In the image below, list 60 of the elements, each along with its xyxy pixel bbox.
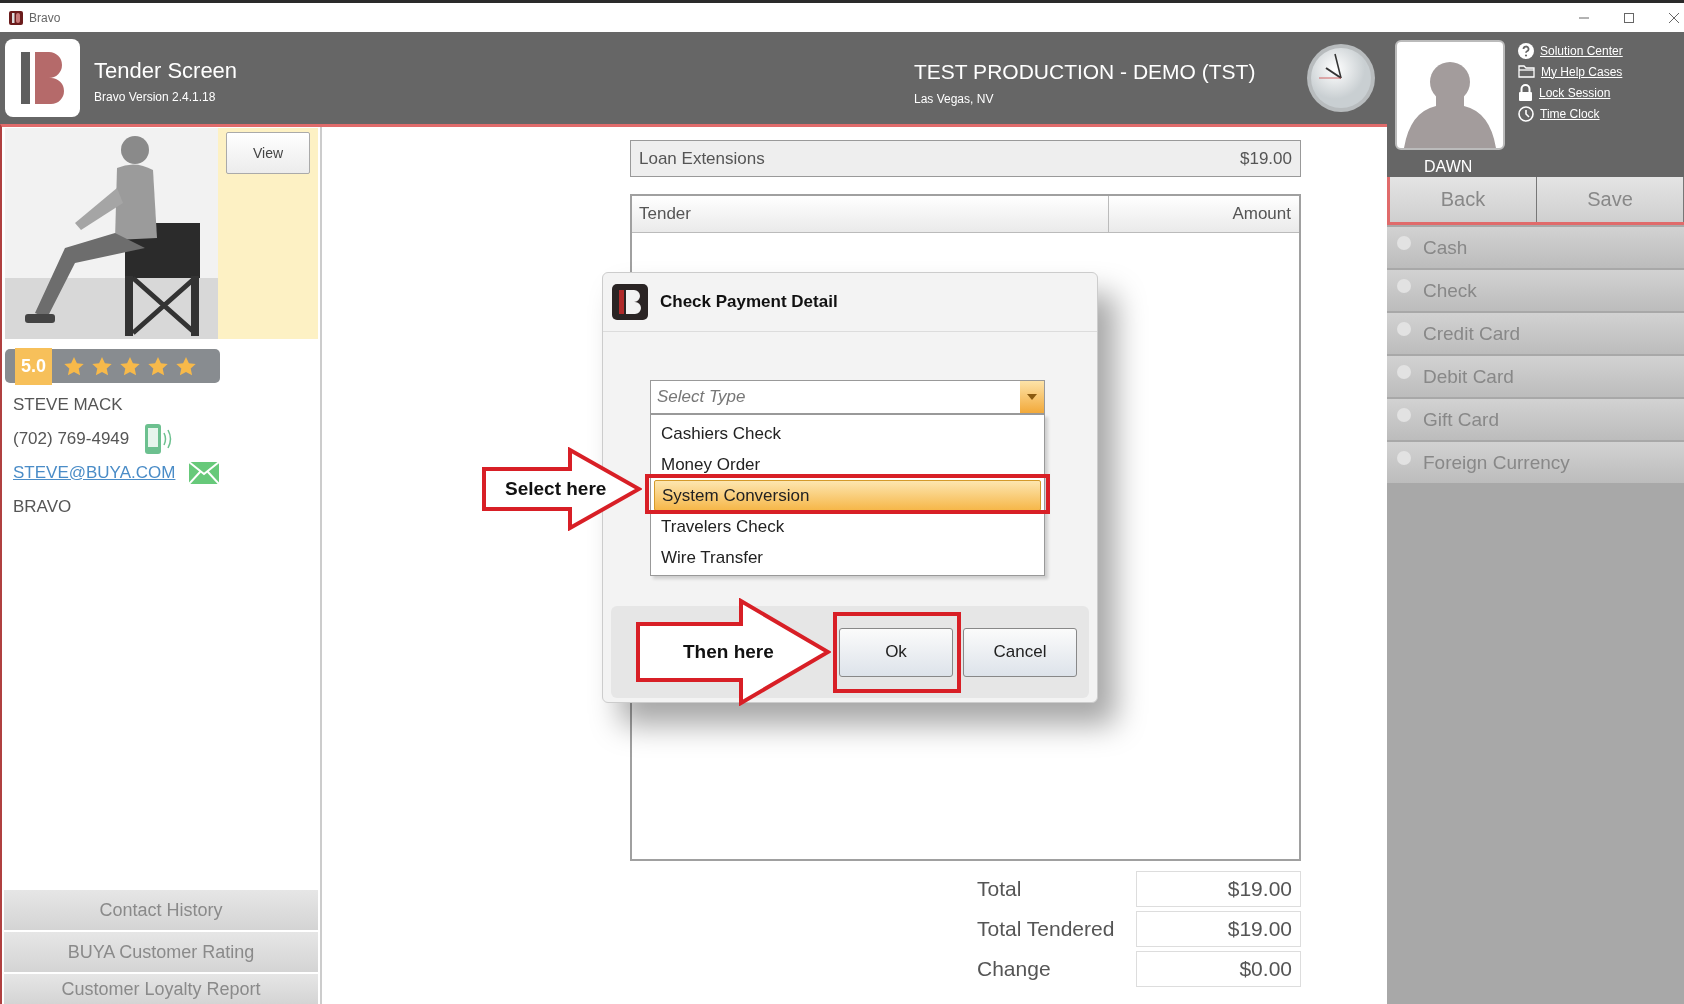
total-label: Change <box>977 957 1052 981</box>
screen-title: Tender Screen <box>94 58 238 84</box>
action-button[interactable]: Save <box>1537 177 1684 222</box>
dialog-button[interactable]: Ok <box>839 627 953 677</box>
dropdown-option[interactable]: Wire Transfer <box>654 542 1041 573</box>
customer-phone: (702) 769-4949 <box>13 428 130 450</box>
app-icon <box>9 10 23 25</box>
star-icon <box>64 356 85 376</box>
maximize-icon[interactable] <box>1623 11 1635 24</box>
store-location: Las Vegas, NV <box>914 92 995 106</box>
dropdown-option[interactable]: Money Order <box>654 449 1041 480</box>
callout-label: Then here <box>683 640 775 664</box>
report-button[interactable]: Contact History <box>4 890 318 930</box>
column-header: Tender <box>632 196 1109 232</box>
help-icon <box>1518 42 1534 59</box>
dialog-button[interactable]: Cancel <box>963 627 1077 677</box>
column-header: Amount <box>1231 203 1292 225</box>
dialog-title: Check Payment Detail <box>660 292 838 312</box>
total-value: $19.00 <box>1136 871 1301 907</box>
star-icon <box>120 356 141 376</box>
folder-icon <box>1518 65 1535 78</box>
clock-icon <box>1518 105 1534 122</box>
logo-icon <box>5 39 80 117</box>
version-label: Bravo Version 2.4.1.18 <box>94 90 217 104</box>
customer-company: BRAVO <box>13 496 73 518</box>
dropdown-option[interactable]: System Conversion <box>654 480 1041 511</box>
report-button[interactable]: BUYA Customer Rating <box>4 932 318 972</box>
total-label: Total <box>977 877 1023 901</box>
logo-icon <box>612 284 648 320</box>
close-icon[interactable] <box>1668 11 1680 24</box>
dropdown-option[interactable]: Travelers Check <box>654 511 1041 542</box>
callout-label: Select here <box>505 477 608 501</box>
help-link[interactable]: Time Clock <box>1540 106 1600 121</box>
total-label: Total Tendered <box>977 917 1116 941</box>
lock-icon <box>1518 84 1533 101</box>
total-value: $0.00 <box>1136 951 1301 987</box>
envelope-icon[interactable] <box>189 462 220 484</box>
store-name: TEST PRODUCTION - DEMO (TST) <box>914 60 1257 84</box>
view-button[interactable]: View <box>226 132 310 174</box>
phone-icon[interactable] <box>143 423 174 455</box>
customer-name: STEVE MACK <box>13 394 124 416</box>
star-icon <box>92 356 113 376</box>
window-title: Bravo <box>29 10 61 25</box>
help-link[interactable]: My Help Cases <box>1541 64 1623 79</box>
user-name: DAWN <box>1424 158 1474 176</box>
help-link[interactable]: Solution Center <box>1540 43 1623 58</box>
action-button[interactable]: Back <box>1390 177 1537 222</box>
caret-icon <box>1027 394 1037 400</box>
clock-icon <box>1304 42 1378 114</box>
star-icon <box>148 356 169 376</box>
help-link[interactable]: Lock Session <box>1539 85 1611 100</box>
rating-score: 5.0 <box>15 347 53 385</box>
type-select[interactable]: Select Type <box>650 380 1045 414</box>
total-value: $19.00 <box>1136 911 1301 947</box>
report-button[interactable]: Customer Loyalty Report <box>4 974 318 1004</box>
email-link[interactable]: STEVE@BUYA.COM <box>13 461 176 485</box>
dropdown-option[interactable]: Cashiers Check <box>654 418 1041 449</box>
summary-amount: $19.00 <box>1240 148 1292 169</box>
star-icon <box>176 356 197 376</box>
summary-label: Loan Extensions <box>639 148 765 169</box>
